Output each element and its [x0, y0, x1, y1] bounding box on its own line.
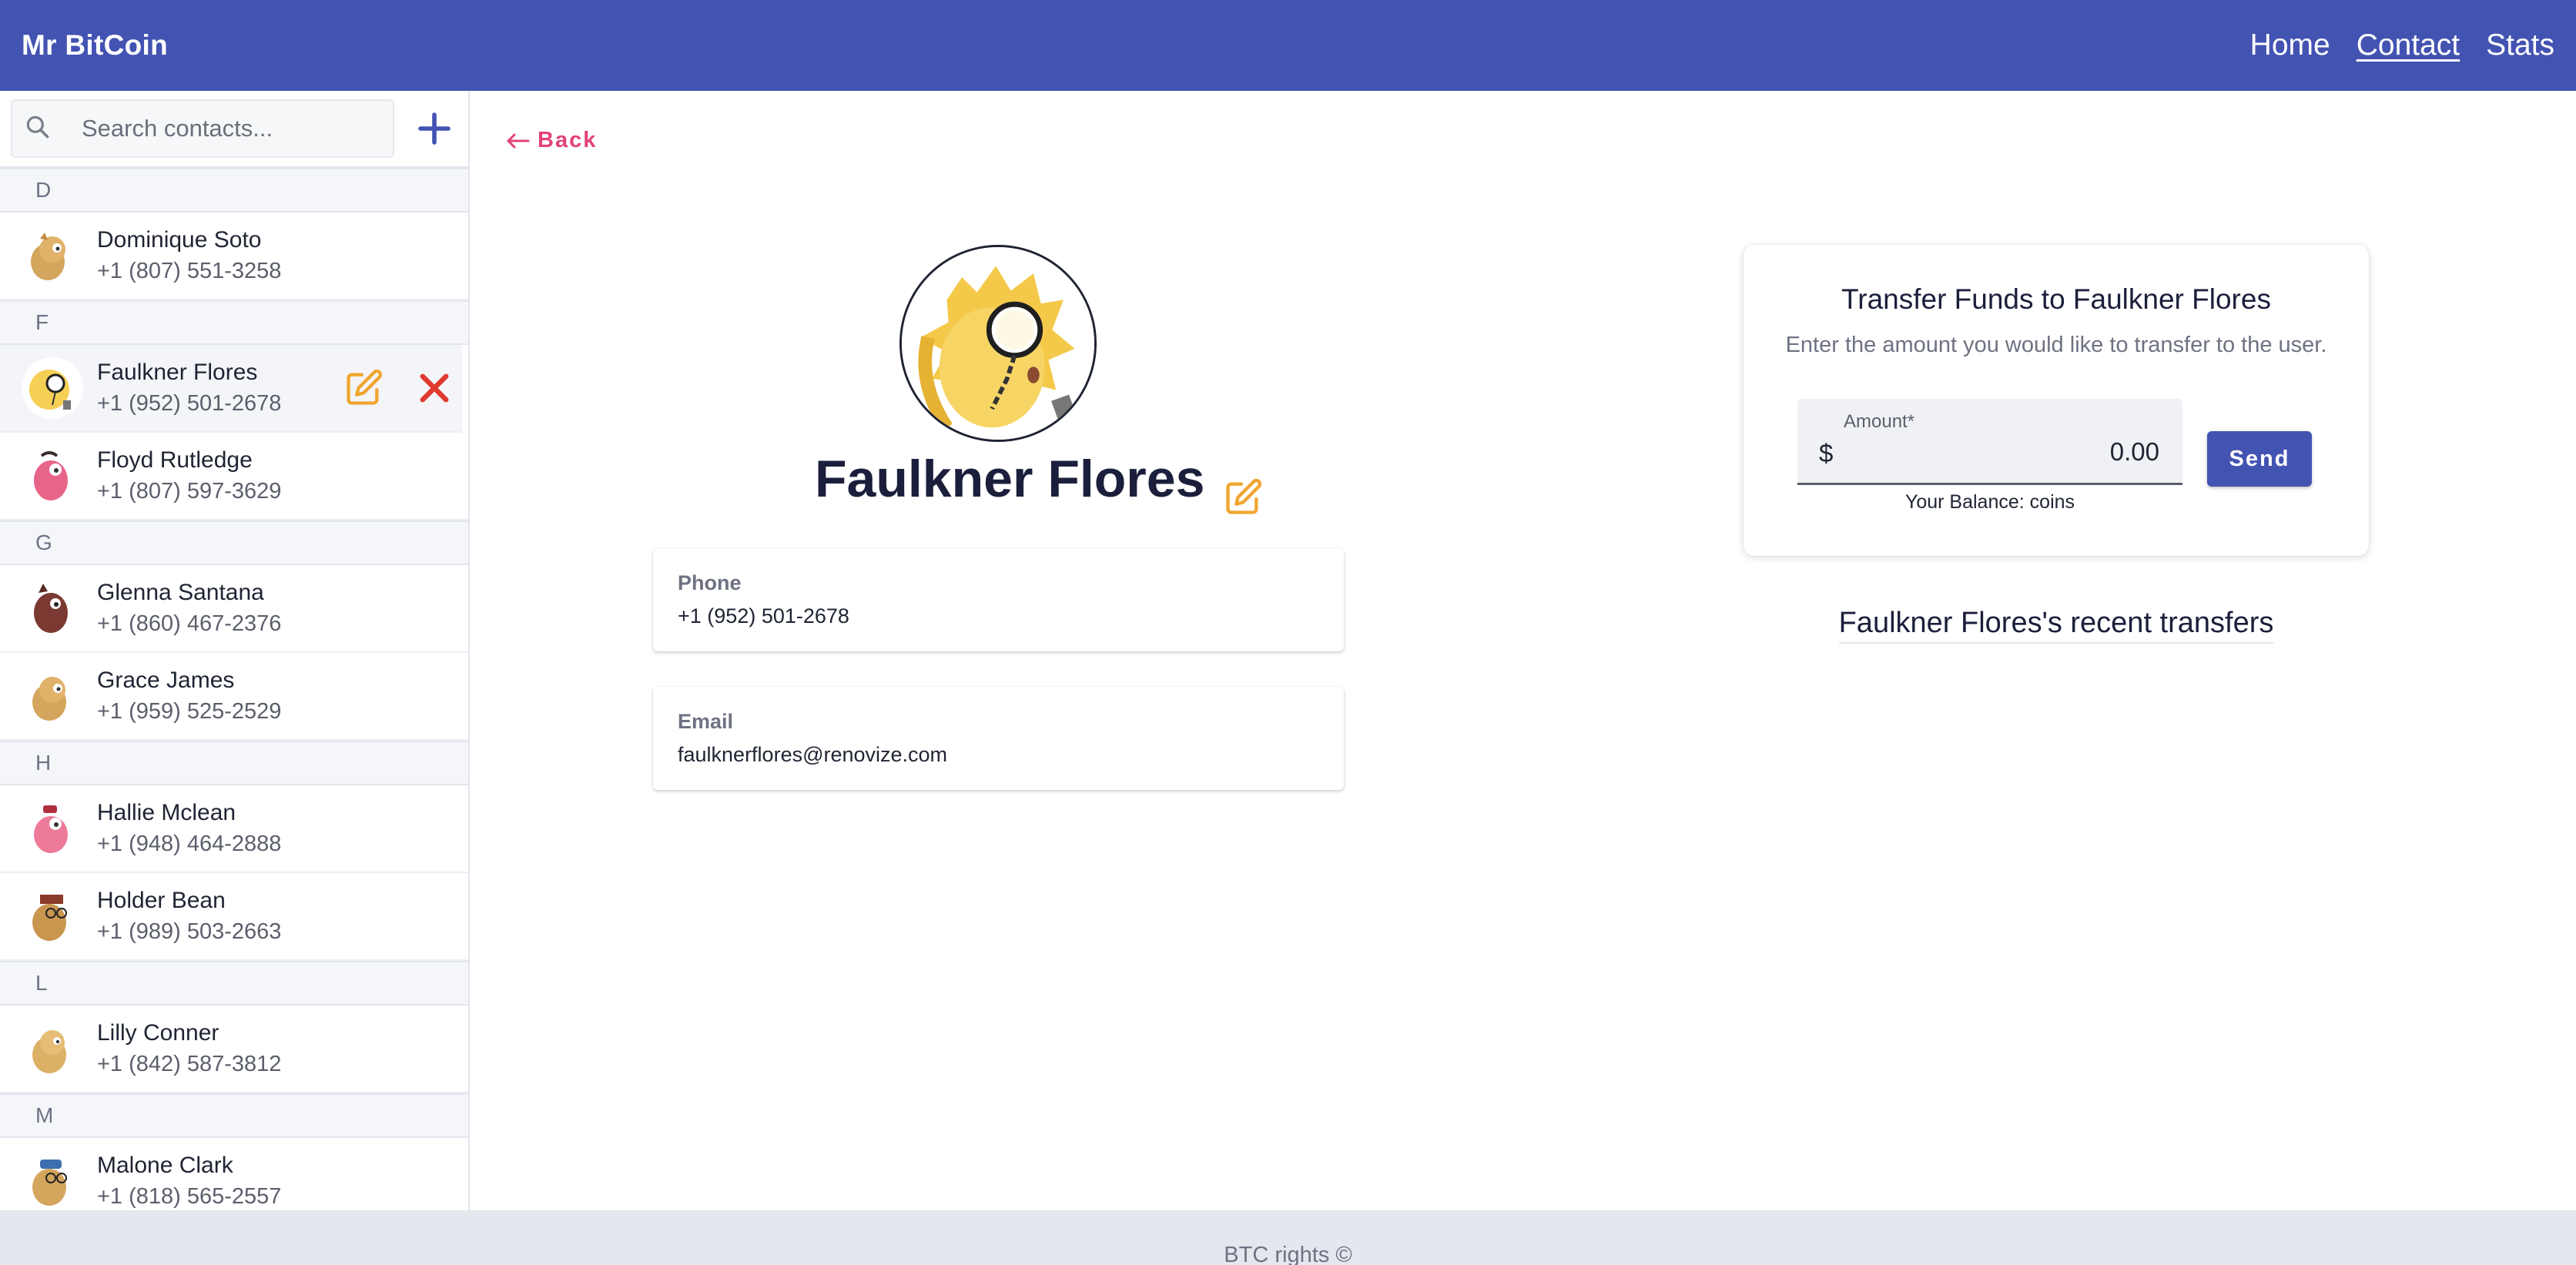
- phone-label: Phone: [678, 571, 742, 594]
- edit-profile-icon[interactable]: [1223, 477, 1263, 517]
- group-letter-g: G: [0, 520, 468, 565]
- group-letter-f: F: [0, 300, 468, 345]
- amount-field[interactable]: Amount* $: [1797, 399, 2182, 485]
- contact-item[interactable]: Floyd Rutledge +1 (807) 597-3629: [0, 433, 468, 520]
- contact-name: Holder Bean: [97, 888, 226, 913]
- contacts-sidebar: D Dominique Soto +1 (807) 551-3258 F Fau…: [0, 91, 470, 1210]
- add-contact-button[interactable]: [411, 105, 457, 152]
- contact-item[interactable]: Malone Clark +1 (818) 565-2557: [0, 1138, 468, 1210]
- top-navbar: Mr BitCoin Home Contact Stats: [0, 0, 2576, 91]
- arrow-left-icon: [507, 133, 530, 148]
- recent-transfers-title: Faulkner Flores's recent transfers: [1838, 607, 2274, 644]
- profile-name: Faulkner Flores: [815, 450, 1205, 508]
- phone-value: +1 (952) 501-2678: [678, 604, 849, 627]
- avatar: [22, 885, 83, 947]
- transfer-subtitle: Enter the amount you would like to trans…: [1785, 333, 2327, 357]
- contact-item[interactable]: Holder Bean +1 (989) 503-2663: [0, 873, 468, 961]
- transfer-card: Transfer Funds to Faulkner Flores Enter …: [1744, 245, 2369, 556]
- group-letter-d: D: [0, 168, 468, 213]
- balance-text: Your Balance: coins: [1904, 491, 2075, 513]
- avatar: [22, 665, 83, 727]
- contact-item-selected[interactable]: Faulkner Flores +1 (952) 501-2678: [0, 345, 462, 433]
- search-row: [0, 91, 468, 168]
- contact-phone: +1 (959) 525-2529: [97, 699, 282, 724]
- recent-transfers-heading: Faulkner Flores's recent transfers: [1744, 607, 2369, 644]
- contact-phone: +1 (807) 597-3629: [97, 479, 282, 504]
- contact-name: Lilly Conner: [97, 1020, 219, 1046]
- group-letter-m: M: [0, 1093, 468, 1138]
- group-letter-l: L: [0, 961, 468, 1006]
- search-box: [11, 99, 394, 158]
- plus-icon: [418, 112, 451, 145]
- group-letter-h: H: [0, 741, 468, 785]
- avatar: [22, 798, 83, 859]
- contact-item[interactable]: Dominique Soto +1 (807) 551-3258: [0, 213, 468, 300]
- nav-stats-link[interactable]: Stats: [2486, 28, 2554, 62]
- avatar: [22, 445, 83, 507]
- contact-item[interactable]: Grace James +1 (959) 525-2529: [0, 653, 468, 741]
- contact-phone: +1 (989) 503-2663: [97, 919, 282, 944]
- contact-name: Grace James: [97, 668, 235, 693]
- contact-phone: +1 (860) 467-2376: [97, 611, 282, 636]
- avatar: [22, 1018, 83, 1079]
- row-actions: [343, 368, 454, 412]
- email-label: Email: [678, 710, 734, 733]
- contact-name: Faulkner Flores: [97, 360, 258, 385]
- avatar: [22, 357, 83, 419]
- footer: BTC rights ©: [0, 1210, 2576, 1265]
- back-link[interactable]: Back: [505, 128, 597, 153]
- contact-name: Dominique Soto: [97, 227, 262, 253]
- search-icon: [23, 112, 52, 146]
- nav-contact-link[interactable]: Contact: [2357, 28, 2460, 62]
- contact-phone: +1 (952) 501-2678: [97, 391, 282, 416]
- contact-name: Glenna Santana: [97, 580, 264, 605]
- amount-input[interactable]: [1882, 437, 2159, 467]
- avatar: [22, 577, 83, 639]
- email-card: Email faulknerflores@renovize.com: [653, 687, 1344, 790]
- amount-label: Amount*: [1844, 411, 1915, 432]
- footer-text: BTC rights ©: [1224, 1243, 1352, 1265]
- contact-phone: +1 (842) 587-3812: [97, 1052, 282, 1076]
- contact-phone: +1 (948) 464-2888: [97, 832, 282, 856]
- main-nav: Home Contact Stats: [2250, 28, 2554, 62]
- app-title: Mr BitCoin: [22, 29, 169, 61]
- profile-avatar: [899, 245, 1097, 442]
- phone-card: Phone +1 (952) 501-2678: [653, 548, 1344, 651]
- contact-phone: +1 (818) 565-2557: [97, 1184, 282, 1209]
- email-value: faulknerflores@renovize.com: [678, 743, 948, 766]
- avatar: [22, 225, 83, 286]
- edit-icon[interactable]: [343, 368, 384, 412]
- back-label: Back: [538, 128, 598, 152]
- send-button[interactable]: Send: [2207, 431, 2312, 487]
- delete-icon[interactable]: [414, 368, 454, 412]
- contact-name: Floyd Rutledge: [97, 447, 253, 473]
- contact-item[interactable]: Lilly Conner +1 (842) 587-3812: [0, 1006, 468, 1093]
- contact-item[interactable]: Glenna Santana +1 (860) 467-2376: [0, 565, 468, 653]
- transfer-title: Transfer Funds to Faulkner Flores: [1841, 283, 2271, 315]
- search-input[interactable]: [82, 115, 374, 142]
- contact-name: Hallie Mclean: [97, 800, 236, 825]
- contact-item[interactable]: Hallie Mclean +1 (948) 464-2888: [0, 785, 468, 873]
- contact-name: Malone Clark: [97, 1153, 233, 1178]
- nav-home-link[interactable]: Home: [2250, 28, 2330, 62]
- contact-phone: +1 (807) 551-3258: [97, 259, 282, 283]
- currency-symbol: $: [1819, 439, 1834, 467]
- avatar: [22, 1150, 83, 1210]
